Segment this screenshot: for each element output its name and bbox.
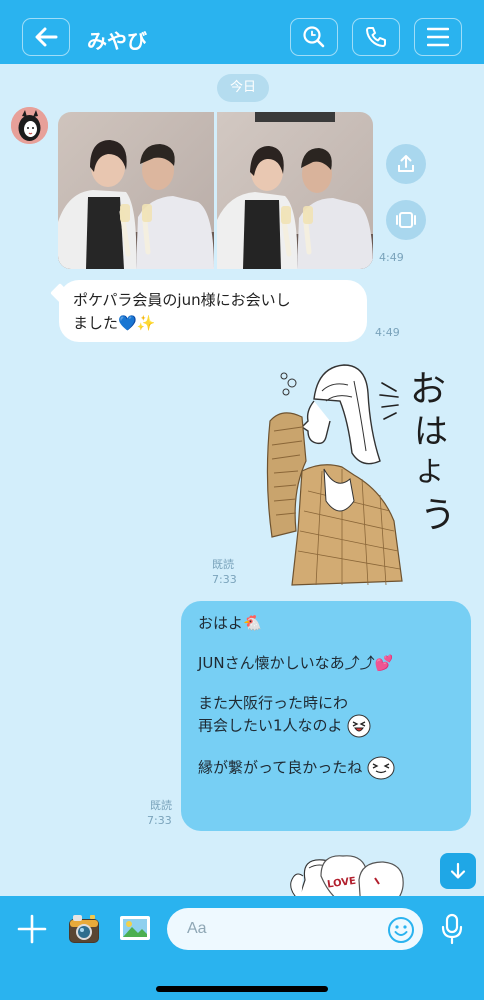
laughing-emoji-icon: [347, 714, 371, 738]
photo-2-image: [217, 112, 373, 269]
shared-photo-1[interactable]: [58, 112, 214, 269]
sticker-read-status: 既読: [212, 558, 234, 571]
incoming-message-line-2: ました💙✨: [73, 314, 156, 332]
outgoing-line-1: おはよ🐔: [198, 614, 262, 632]
back-button[interactable]: [22, 18, 70, 56]
outgoing-line-2: JUNさん懐かしいなあ⤴︎⤴︎💕: [198, 654, 394, 672]
home-indicator: [156, 986, 328, 992]
grinning-emoji-icon: [367, 756, 395, 780]
share-icon: [398, 155, 414, 172]
svg-text:う: う: [420, 495, 456, 536]
plus-icon: [17, 914, 47, 944]
composer-bar: [0, 896, 484, 1000]
emoji-icon: [388, 917, 414, 943]
outgoing-timestamp: 7:33: [147, 814, 172, 827]
search-icon: [303, 26, 325, 48]
arrow-down-icon: [450, 862, 466, 879]
share-button[interactable]: [386, 144, 426, 184]
avatar-image: [11, 107, 48, 144]
incoming-timestamp: 4:49: [375, 326, 400, 339]
svg-text:よ: よ: [416, 455, 444, 488]
phone-icon: [366, 27, 386, 47]
menu-button[interactable]: [414, 18, 462, 56]
chat-area[interactable]: 今日 4:49 ポケパラ会員のjun様にお会いし ました💙✨ 4:49 お は …: [0, 64, 484, 896]
emoji-button[interactable]: [387, 916, 415, 944]
incoming-message-line-1: ポケパラ会員のjun様にお会いし: [73, 291, 291, 309]
image-icon: [120, 916, 150, 940]
bubble-tail: [50, 283, 70, 303]
outgoing-message[interactable]: おはよ🐔 JUNさん懐かしいなあ⤴︎⤴︎💕 また大阪行った時にわ 再会したい1人…: [181, 601, 471, 831]
chat-title: みやび: [87, 29, 147, 53]
outgoing-read-status: 既読: [150, 799, 172, 812]
svg-text:は: は: [414, 412, 448, 452]
photo-timestamp: 4:49: [379, 251, 404, 264]
camera-button[interactable]: [65, 910, 103, 948]
search-button[interactable]: [290, 18, 338, 56]
scroll-to-bottom-button[interactable]: [440, 853, 476, 889]
image-button[interactable]: [118, 912, 152, 944]
camera-icon: [69, 915, 99, 943]
plus-button[interactable]: [16, 913, 48, 945]
outgoing-line-3: また大阪行った時にわ: [198, 694, 349, 712]
sticker-timestamp: 7:33: [212, 573, 237, 586]
chat-header: みやび: [0, 0, 484, 64]
svg-text:お: お: [410, 369, 446, 410]
album-button[interactable]: [386, 200, 426, 240]
outgoing-line-5: 縁が繋がって良かったね: [198, 756, 454, 780]
ohayou-sticker[interactable]: お は よ う: [262, 361, 462, 587]
outgoing-line-4: 再会したい1人なのよ: [198, 714, 454, 738]
incoming-message[interactable]: ポケパラ会員のjun様にお会いし ました💙✨: [50, 280, 367, 342]
message-input[interactable]: [167, 908, 423, 950]
love-sticker[interactable]: LOVE: [255, 850, 455, 896]
date-separator: 今日: [217, 74, 269, 102]
menu-icon: [427, 27, 449, 47]
love-sticker-image: LOVE: [262, 855, 404, 896]
avatar[interactable]: [11, 107, 48, 144]
album-icon: [396, 212, 416, 228]
call-button[interactable]: [352, 18, 400, 56]
arrow-left-icon: [35, 27, 58, 47]
mic-button[interactable]: [440, 913, 464, 945]
mic-icon: [441, 913, 463, 945]
sticker-woman-drawing: お は よ う: [266, 364, 456, 586]
shared-photo-2[interactable]: [217, 112, 373, 269]
photo-1-image: [58, 112, 214, 269]
